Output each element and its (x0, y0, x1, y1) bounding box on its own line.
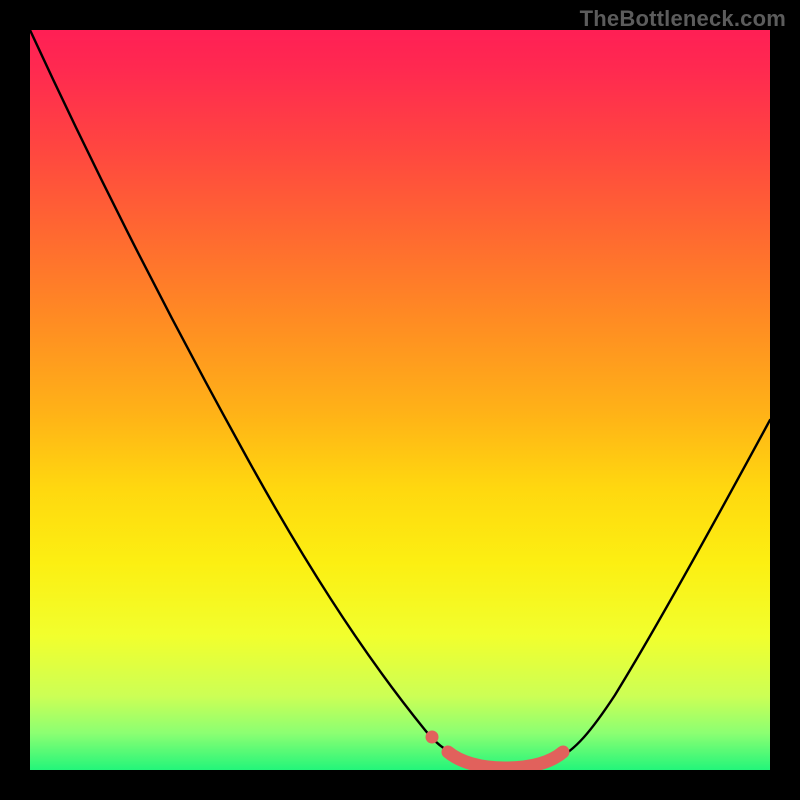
chart-container: TheBottleneck.com (0, 0, 800, 800)
watermark-text: TheBottleneck.com (580, 6, 786, 32)
plot-background-gradient (30, 30, 770, 770)
plot-area (30, 30, 770, 770)
